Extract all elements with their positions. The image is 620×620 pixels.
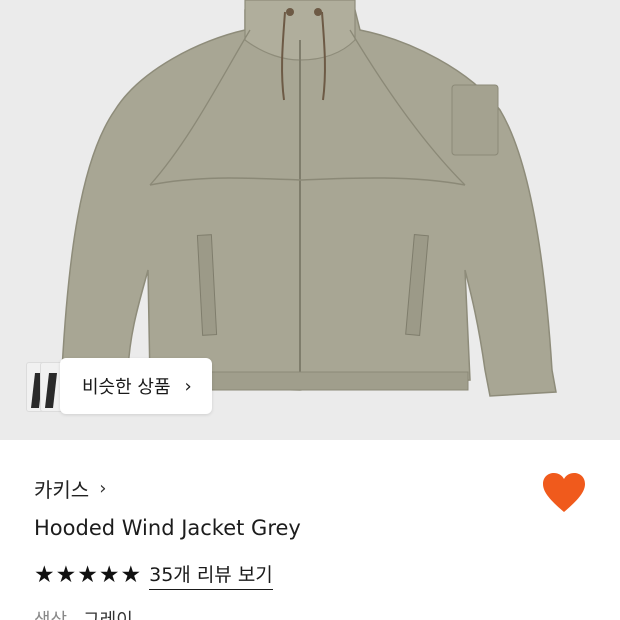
star-icon: ★: [77, 561, 98, 588]
similar-products-button[interactable]: 비슷한 상품 ›: [60, 358, 212, 414]
star-icon: ★: [34, 561, 55, 588]
wishlist-button[interactable]: [542, 472, 586, 514]
product-title: Hooded Wind Jacket Grey: [34, 516, 301, 540]
brand-name: 카키스: [34, 478, 90, 502]
heart-icon: [543, 473, 585, 512]
reviews-link[interactable]: 35개 리뷰 보기: [149, 560, 273, 590]
color-value: 그레이: [83, 606, 133, 620]
color-label: 색상: [34, 606, 67, 620]
brand-link[interactable]: 카키스 ›: [34, 474, 106, 503]
color-row: 색상 그레이: [34, 606, 133, 620]
star-rating: ★ ★ ★ ★ ★: [34, 561, 142, 588]
star-icon: ★: [120, 561, 142, 588]
similar-products-label: 비슷한 상품: [82, 377, 171, 398]
rating-row: ★ ★ ★ ★ ★ 35개 리뷰 보기: [34, 560, 273, 590]
chevron-right-icon: ›: [99, 478, 107, 499]
product-image[interactable]: 비슷한 상품 ›: [0, 0, 620, 440]
star-icon: ★: [55, 561, 77, 588]
star-icon: ★: [98, 561, 120, 588]
chevron-right-icon: ›: [184, 375, 192, 397]
